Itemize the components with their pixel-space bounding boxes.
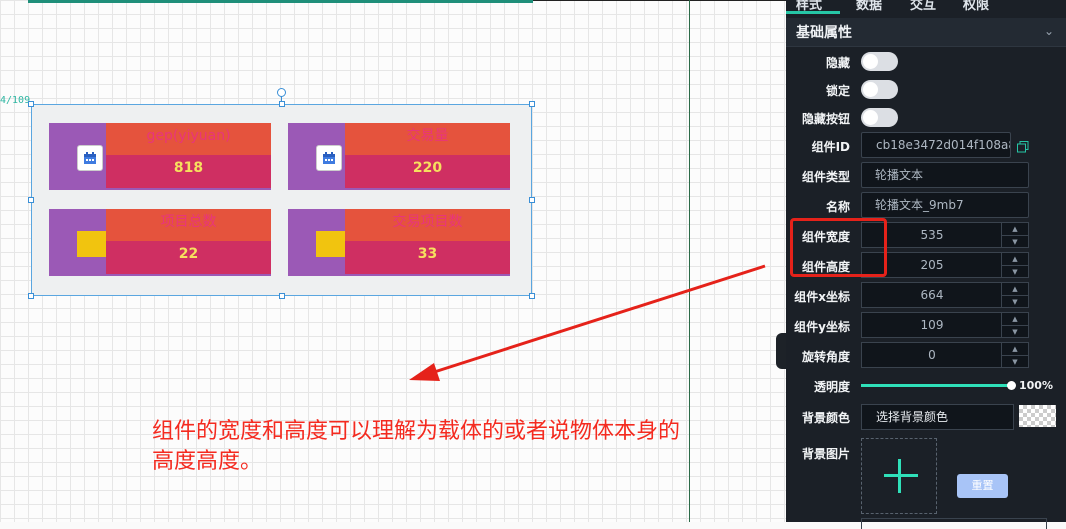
hidden-label: 隐藏	[825, 56, 850, 70]
opacity-slider[interactable]	[861, 384, 1011, 387]
opacity-value: 100%	[1019, 379, 1053, 392]
rotation-label: 旋转角度	[801, 350, 850, 364]
section-header-basic[interactable]: 基础属性 ⌄	[786, 18, 1066, 47]
decrement-icon[interactable]: ▼	[1002, 266, 1028, 278]
y-value: 109	[920, 318, 944, 332]
increment-icon[interactable]: ▲	[1002, 313, 1028, 326]
decrement-icon[interactable]: ▼	[1002, 236, 1028, 248]
name-field[interactable]: 轮播文本_9mb7	[861, 192, 1029, 218]
name-label: 名称	[825, 200, 850, 214]
opacity-slider-handle[interactable]	[1007, 381, 1016, 390]
decrement-icon[interactable]: ▼	[1002, 356, 1028, 368]
rotation-stepper[interactable]: 0 ▲ ▼	[861, 342, 1029, 368]
component-type-label: 组件类型	[801, 170, 850, 184]
bg-image-label: 背景图片	[801, 447, 850, 461]
x-label: 组件x坐标	[794, 290, 850, 304]
x-value: 664	[920, 288, 944, 302]
next-field[interactable]	[861, 518, 1047, 529]
bg-color-button[interactable]: 选择背景颜色	[861, 404, 1014, 430]
hidden-toggle[interactable]	[861, 52, 898, 71]
tab-permission[interactable]: 权限	[963, 0, 989, 13]
highlight-box	[790, 218, 887, 277]
hide-button-toggle[interactable]	[861, 108, 898, 127]
bg-color-label: 背景颜色	[801, 411, 850, 425]
increment-icon[interactable]: ▲	[1002, 343, 1028, 356]
section-title: 基础属性	[796, 25, 852, 41]
chevron-down-icon: ⌄	[1043, 24, 1054, 38]
reset-button[interactable]: 重置	[957, 474, 1008, 498]
lock-label: 锁定	[825, 84, 850, 98]
tab-data[interactable]: 数据	[856, 0, 882, 13]
increment-icon[interactable]: ▲	[1002, 253, 1028, 266]
color-swatch[interactable]	[1019, 405, 1056, 427]
component-type-field[interactable]: 轮播文本	[861, 162, 1029, 188]
copy-icon[interactable]	[1017, 138, 1029, 153]
panel-tabs: 样式 数据 交互 权限	[786, 0, 1066, 14]
rotation-value: 0	[928, 348, 936, 362]
hide-button-label: 隐藏按钮	[801, 112, 850, 126]
active-tab-indicator	[786, 11, 840, 14]
decrement-icon[interactable]: ▼	[1002, 296, 1028, 308]
component-id-field[interactable]: cb18e3472d014f108a8f	[861, 132, 1011, 158]
x-stepper[interactable]: 664 ▲ ▼	[861, 282, 1029, 308]
plus-icon	[884, 459, 918, 493]
y-stepper[interactable]: 109 ▲ ▼	[861, 312, 1029, 338]
tab-interaction[interactable]: 交互	[910, 0, 936, 13]
opacity-label: 透明度	[813, 380, 850, 394]
bg-image-upload[interactable]	[861, 438, 937, 514]
increment-icon[interactable]: ▲	[1002, 223, 1028, 236]
increment-icon[interactable]: ▲	[1002, 283, 1028, 296]
decrement-icon[interactable]: ▼	[1002, 326, 1028, 338]
y-label: 组件y坐标	[794, 320, 850, 334]
lock-toggle[interactable]	[861, 80, 898, 99]
component-id-label: 组件ID	[811, 140, 850, 154]
